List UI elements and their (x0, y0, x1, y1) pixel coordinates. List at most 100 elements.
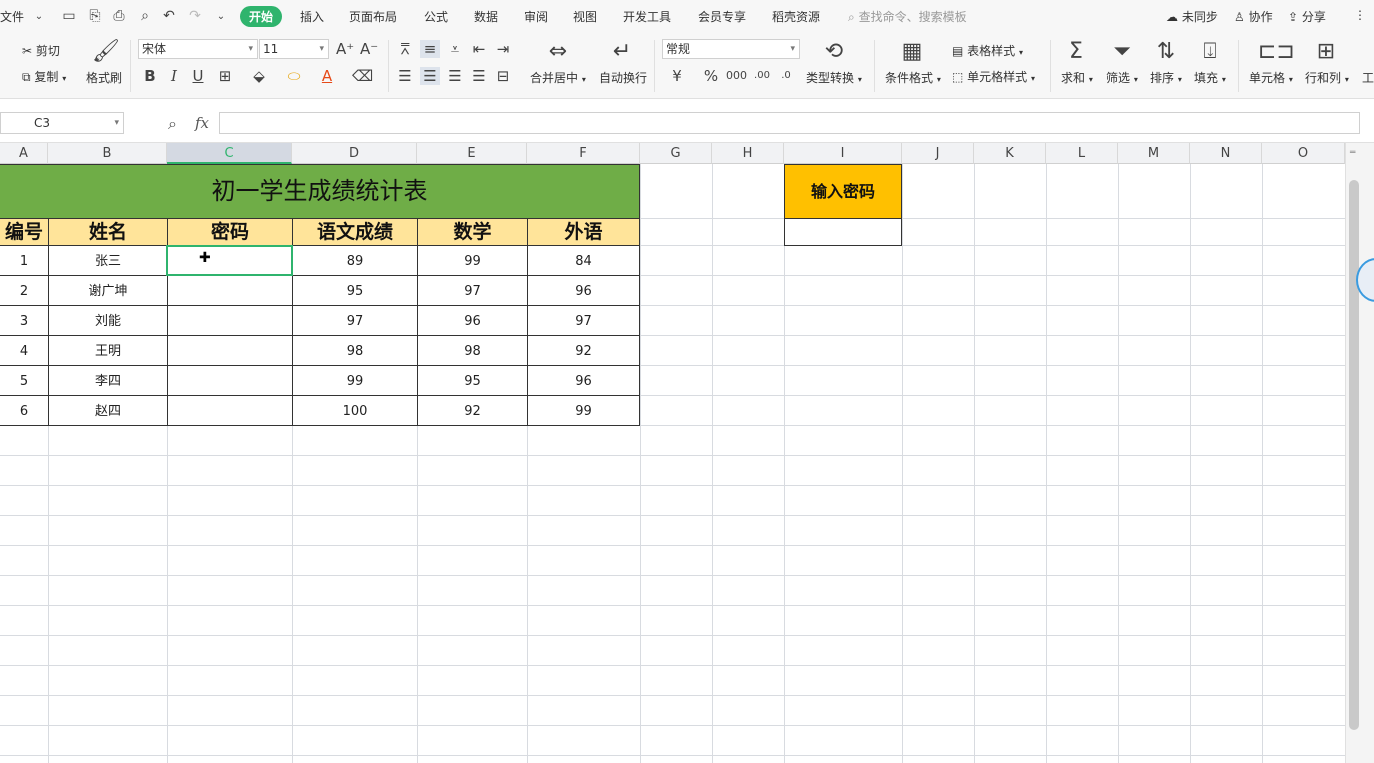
filter-button[interactable]: 筛选 ▾ (1106, 69, 1138, 86)
align-top-icon[interactable]: ⩞ (396, 40, 414, 58)
eraser-icon[interactable]: ⌫ (352, 67, 373, 85)
cell-button[interactable]: 单元格 ▾ (1249, 69, 1293, 86)
data-cell-math[interactable]: 95 (417, 365, 528, 396)
decrease-decimal-icon[interactable]: .0 (776, 67, 796, 85)
data-cell-password[interactable] (167, 275, 293, 306)
thousands-icon[interactable]: 000 (726, 67, 747, 85)
data-cell-math[interactable]: 97 (417, 275, 528, 306)
data-cell-id[interactable]: 1 (0, 245, 49, 276)
fill-color-icon[interactable]: ⬭ (284, 67, 304, 85)
column-header-m[interactable]: M (1118, 143, 1190, 164)
data-cell-english[interactable]: 97 (527, 305, 640, 336)
sync-status[interactable]: ☁ 未同步 (1166, 8, 1218, 25)
tab-view[interactable]: 视图 (573, 8, 597, 25)
outdent-icon[interactable]: ⇤ (470, 40, 488, 58)
currency-icon[interactable]: ¥ (668, 67, 686, 85)
share-button[interactable]: ⇪ 分享 (1288, 8, 1326, 25)
header-cell-math[interactable]: 数学 (417, 218, 528, 246)
data-cell-id[interactable]: 4 (0, 335, 49, 366)
cell-icon[interactable]: ⊏⊐ (1258, 40, 1295, 64)
data-cell-math[interactable]: 96 (417, 305, 528, 336)
column-header-o[interactable]: O (1262, 143, 1345, 164)
align-bottom-icon[interactable]: ⩡ (446, 40, 464, 58)
italic-icon[interactable]: I (166, 67, 182, 85)
distribute-icon[interactable]: ⊟ (494, 67, 512, 85)
header-cell-id[interactable]: 编号 (0, 218, 49, 246)
data-cell-id[interactable]: 6 (0, 395, 49, 426)
wrap-text-label[interactable]: 自动换行 (599, 69, 647, 86)
customize-chevron-icon[interactable]: ⌄ (212, 7, 230, 25)
print-preview-icon[interactable]: ⌕ (136, 7, 154, 25)
tab-docer[interactable]: 稻壳资源 (772, 8, 820, 25)
column-header-n[interactable]: N (1190, 143, 1262, 164)
formula-input[interactable] (219, 112, 1360, 134)
cell-shading-icon[interactable]: ⬙ (248, 67, 270, 85)
data-cell-id[interactable]: 3 (0, 305, 49, 336)
header-cell-chinese[interactable]: 语文成绩 (292, 218, 418, 246)
column-header-k[interactable]: K (974, 143, 1046, 164)
data-cell-math[interactable]: 92 (417, 395, 528, 426)
data-cell-name[interactable]: 刘能 (48, 305, 168, 336)
data-cell-english[interactable]: 96 (527, 275, 640, 306)
data-cell-password[interactable] (167, 305, 293, 336)
justify-icon[interactable]: ☰ (470, 67, 488, 85)
column-header-g[interactable]: G (640, 143, 712, 164)
wrap-text-icon[interactable]: ↵ (610, 40, 634, 64)
data-cell-chinese[interactable]: 95 (292, 275, 418, 306)
column-header-a[interactable]: A (0, 143, 48, 164)
data-cell-english[interactable]: 84 (527, 245, 640, 276)
sheet-title[interactable]: 初一学生成绩统计表 (0, 164, 640, 219)
conditional-format-button[interactable]: 条件格式 ▾ (885, 69, 941, 86)
data-cell-id[interactable]: 5 (0, 365, 49, 396)
conditional-format-icon[interactable]: ▦ (900, 40, 924, 64)
cut-button[interactable]: ✂ 剪切 (22, 42, 60, 59)
name-box[interactable]: C3 ▾ (0, 112, 124, 134)
data-cell-english[interactable]: 92 (527, 335, 640, 366)
row-col-button[interactable]: 行和列 ▾ (1305, 69, 1349, 86)
tab-insert[interactable]: 插入 (300, 8, 324, 25)
tab-data[interactable]: 数据 (474, 8, 498, 25)
tab-formula[interactable]: 公式 (424, 8, 448, 25)
data-cell-chinese[interactable]: 89 (292, 245, 418, 276)
more-icon[interactable]: ⋮ (1354, 8, 1366, 22)
column-header-l[interactable]: L (1046, 143, 1118, 164)
align-left-icon[interactable]: ☰ (396, 67, 414, 85)
column-header-b[interactable]: B (48, 143, 167, 164)
save-icon[interactable]: ▭ (60, 7, 78, 25)
tab-home[interactable]: 开始 (240, 6, 283, 27)
align-middle-icon[interactable]: ≡ (420, 40, 440, 58)
merge-center-icon[interactable]: ⇔ (546, 40, 570, 64)
chevron-down-icon[interactable]: ⌄ (30, 7, 48, 25)
percent-icon[interactable]: % (702, 67, 720, 85)
underline-icon[interactable]: U (190, 67, 206, 85)
row-col-icon[interactable]: ⊞ (1314, 40, 1338, 64)
column-header-c[interactable]: C (167, 143, 292, 164)
copy-button[interactable]: ⧉ 复制 ▾ (22, 68, 66, 85)
data-cell-id[interactable]: 2 (0, 275, 49, 306)
data-cell-password[interactable] (167, 335, 293, 366)
scroll-up-icon[interactable]: ═ (1350, 148, 1355, 158)
font-name-select[interactable]: 宋体 ▾ (138, 39, 258, 59)
password-input-cell[interactable] (784, 218, 902, 246)
menu-file[interactable]: 文件 (0, 8, 24, 25)
column-header-f[interactable]: F (527, 143, 640, 164)
data-cell-password[interactable] (167, 365, 293, 396)
data-cell-password[interactable] (167, 395, 293, 426)
data-cell-chinese[interactable]: 100 (292, 395, 418, 426)
data-cell-english[interactable]: 96 (527, 365, 640, 396)
data-cell-name[interactable]: 赵四 (48, 395, 168, 426)
data-cell-chinese[interactable]: 99 (292, 365, 418, 396)
type-convert-icon[interactable]: ⟲ (822, 40, 846, 64)
data-cell-name[interactable]: 张三 (48, 245, 168, 276)
column-header-h[interactable]: H (712, 143, 784, 164)
column-header-i[interactable]: I (784, 143, 902, 164)
tab-developer[interactable]: 开发工具 (623, 8, 671, 25)
table-style-button[interactable]: ▤ 表格样式 ▾ (952, 42, 1023, 59)
active-cell-selection[interactable] (166, 245, 293, 276)
print-icon[interactable]: ⎙ (110, 7, 128, 25)
tab-page-layout[interactable]: 页面布局 (349, 8, 397, 25)
data-cell-name[interactable]: 李四 (48, 365, 168, 396)
bold-icon[interactable]: B (142, 67, 158, 85)
header-cell-english[interactable]: 外语 (527, 218, 640, 246)
align-center-icon[interactable]: ☰ (420, 67, 440, 85)
